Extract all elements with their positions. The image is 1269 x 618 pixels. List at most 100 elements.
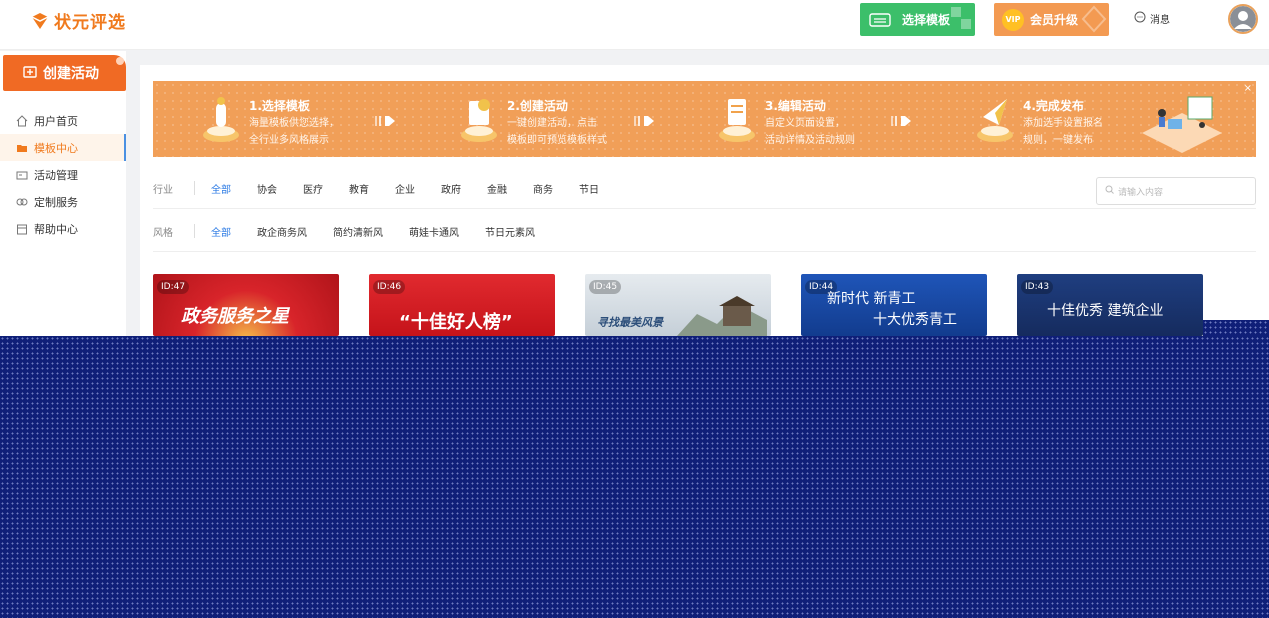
card-title: 新时代 新青工	[827, 291, 916, 307]
sidebar-item-template-center[interactable]: 模板中心	[0, 134, 126, 161]
step-desc: 全行业多风格展示	[249, 135, 329, 146]
industry-option[interactable]: 教育	[349, 181, 369, 196]
id-card-icon	[16, 169, 28, 181]
industry-option[interactable]: 金融	[487, 181, 507, 196]
industry-option[interactable]: 商务	[533, 181, 553, 196]
clock-doc-icon	[461, 99, 497, 142]
card-id: ID:45	[589, 280, 622, 294]
vip-badge-icon: VIP	[1002, 8, 1024, 31]
step-1: 1.选择模板 海量模板供您选择， 全行业多风格展示	[199, 91, 339, 148]
template-card[interactable]: ID:44 新时代 新青工 十大优秀青工	[801, 274, 987, 336]
arrow-right-icon	[375, 116, 395, 126]
template-card[interactable]: ID:45 寻找最美风景	[585, 274, 771, 336]
industry-option[interactable]: 协会	[257, 181, 277, 196]
sidebar-item-activity-management[interactable]: 活动管理	[0, 161, 126, 188]
avatar[interactable]	[1228, 4, 1258, 34]
arrow-right-icon	[634, 116, 654, 126]
sidebar-item-label: 用户首页	[34, 114, 78, 128]
sidebar-item-label: 活动管理	[34, 168, 78, 182]
step-desc: 一键创建活动，点击	[507, 118, 597, 129]
card-subtitle: 十大优秀青工	[873, 312, 957, 328]
logo-text: 状元评选	[54, 13, 126, 33]
calendar-icon	[16, 223, 28, 235]
step-desc: 添加选手设置报名	[1023, 118, 1103, 129]
style-option[interactable]: 简约清新风	[333, 224, 383, 239]
overlay-panel-tab	[1203, 320, 1269, 336]
pointer-hand-icon	[203, 97, 239, 142]
style-option[interactable]: 全部	[211, 224, 231, 239]
vip-upgrade-button[interactable]: VIP 会员升级	[994, 3, 1109, 36]
card-id: ID:47	[157, 280, 190, 294]
create-activity-label: 创建活动	[43, 66, 99, 82]
decor-diamond-icon	[1079, 3, 1109, 36]
step-desc: 模板即可预览模板样式	[507, 135, 607, 146]
card-title: “十佳好人榜”	[399, 312, 513, 333]
sidebar-item-help-center[interactable]: 帮助中心	[0, 215, 126, 242]
style-option[interactable]: 节日元素风	[485, 224, 535, 239]
style-option[interactable]: 萌娃卡通风	[409, 224, 459, 239]
search-icon	[1105, 185, 1114, 197]
logo[interactable]: 状元评选	[30, 8, 126, 33]
badge-dot-icon	[116, 57, 124, 65]
banner-illustration	[1142, 96, 1222, 153]
step-desc: 自定义页面设置，	[765, 118, 845, 129]
close-icon[interactable]: ×	[1244, 83, 1252, 94]
step-title: 4.完成发布	[1023, 99, 1084, 113]
folder-icon	[16, 142, 28, 154]
sidebar-nav: 用户首页 模板中心 活动管理 定制服务 帮助中心	[0, 107, 126, 242]
style-filter: 风格 全部 政企商务风 简约清新风 萌娃卡通风 节日元素风	[153, 212, 1256, 252]
industry-filter-label: 行业	[153, 181, 195, 196]
template-card[interactable]: ID:46 “十佳好人榜”	[369, 274, 555, 336]
card-title: 十佳优秀 建筑企业	[1047, 303, 1164, 319]
messages-label: 消息	[1150, 15, 1170, 26]
card-title: 寻找最美风景	[597, 316, 663, 329]
paper-plane-icon	[977, 99, 1013, 142]
industry-option[interactable]: 政府	[441, 181, 461, 196]
gift-icon	[16, 196, 28, 208]
card-id: ID:43	[1021, 280, 1054, 294]
building-illustration	[677, 296, 767, 336]
edit-doc-icon	[719, 99, 755, 142]
sidebar-item-label: 模板中心	[34, 141, 78, 155]
card-title: 政务服务之星	[181, 306, 289, 327]
overlay-panel	[0, 336, 1269, 618]
industry-option[interactable]: 医疗	[303, 181, 323, 196]
step-title: 3.编辑活动	[765, 99, 826, 113]
step-2: 2.创建活动 一键创建活动，点击 模板即可预览模板样式	[457, 91, 607, 148]
template-card[interactable]: ID:43 十佳优秀 建筑企业	[1017, 274, 1203, 336]
card-id: ID:46	[373, 280, 406, 294]
messages-link[interactable]: 消息	[1134, 11, 1170, 26]
step-title: 2.创建活动	[507, 99, 568, 113]
create-activity-button[interactable]: 创建活动	[3, 55, 126, 91]
template-card[interactable]: ID:47 政务服务之星	[153, 274, 339, 336]
industry-filter: 行业 全部 协会 医疗 教育 企业 政府 金融 商务 节日 请输入内容	[153, 169, 1256, 209]
top-header: 状元评选 选择模板 VIP 会员升级 消息	[0, 0, 1269, 50]
arrow-right-icon	[891, 116, 911, 126]
template-icon	[868, 11, 892, 29]
choose-template-label: 选择模板	[902, 13, 951, 27]
template-cards: ID:47 政务服务之星 ID:46 “十佳好人榜” ID:45 寻找最美风景 …	[153, 274, 1256, 336]
industry-option[interactable]: 全部	[211, 181, 231, 196]
style-filter-label: 风格	[153, 224, 195, 239]
logo-icon	[30, 11, 50, 31]
vip-upgrade-label: 会员升级	[1030, 13, 1079, 27]
chat-bubble-icon	[1134, 11, 1146, 26]
home-icon	[16, 114, 28, 127]
step-title: 1.选择模板	[249, 99, 310, 113]
sidebar-item-label: 帮助中心	[34, 222, 78, 236]
decor-squares-icon	[945, 3, 975, 36]
industry-option[interactable]: 企业	[395, 181, 415, 196]
step-desc: 活动详情及活动规则	[765, 135, 855, 146]
search-placeholder: 请输入内容	[1118, 187, 1164, 198]
industry-option[interactable]: 节日	[579, 181, 599, 196]
step-4: 4.完成发布 添加选手设置报名 规则，一键发布	[973, 91, 1103, 148]
choose-template-button[interactable]: 选择模板	[860, 3, 975, 36]
style-option[interactable]: 政企商务风	[257, 224, 307, 239]
sidebar-item-label: 定制服务	[34, 195, 78, 209]
sidebar-item-home[interactable]: 用户首页	[0, 107, 126, 134]
search-input[interactable]: 请输入内容	[1096, 177, 1256, 205]
step-desc: 规则，一键发布	[1023, 135, 1093, 146]
steps-banner: 1.选择模板 海量模板供您选择， 全行业多风格展示 2.创建活动 一键创建活动，…	[153, 81, 1256, 157]
sidebar-item-custom-service[interactable]: 定制服务	[0, 188, 126, 215]
step-desc: 海量模板供您选择，	[249, 118, 339, 129]
